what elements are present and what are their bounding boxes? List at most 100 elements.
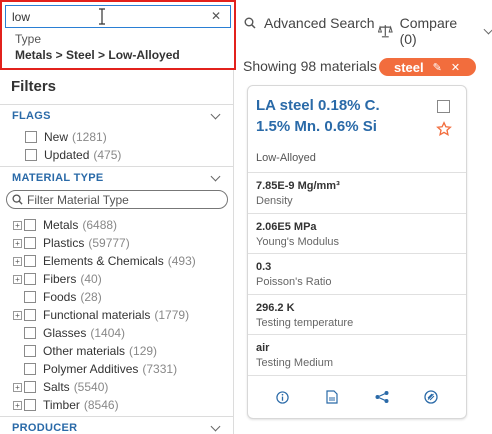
checkbox[interactable] [24, 399, 36, 411]
flag-label: Updated [44, 148, 90, 162]
material-type-label: Timber [43, 398, 80, 412]
expand-icon[interactable]: + [13, 382, 22, 392]
material-type-label: Polymer Additives [43, 362, 139, 376]
card-category: Low-Alloyed [256, 152, 316, 164]
checkbox[interactable] [24, 291, 36, 303]
edit-icon[interactable]: ✎ [433, 61, 442, 74]
filters-title: Filters [11, 78, 57, 95]
flags-section-header[interactable]: FLAGS [0, 104, 233, 126]
material-type-count: (7331) [142, 362, 178, 376]
material-type-item[interactable]: + Salts (5540) [13, 379, 108, 395]
producer-section-header[interactable]: PRODUCER [0, 416, 233, 434]
material-type-label: Fibers [43, 272, 77, 286]
results-count: Showing 98 materials [243, 58, 377, 74]
checkbox[interactable] [25, 149, 37, 161]
material-type-label: Plastics [43, 236, 85, 250]
expand-icon[interactable]: + [13, 400, 22, 410]
material-type-item[interactable]: + Fibers (40) [13, 271, 102, 287]
checkbox[interactable] [24, 381, 36, 393]
star-icon[interactable] [436, 121, 452, 137]
advanced-search-label: Advanced Search [264, 15, 375, 31]
flag-item-new[interactable]: New (1281) [25, 129, 107, 145]
chevron-down-icon [210, 171, 221, 181]
advanced-search-button[interactable]: Advanced Search [244, 15, 375, 31]
property-row: 296.2 K Testing temperature [248, 293, 466, 335]
material-type-item[interactable]: + Plastics (59777) [13, 235, 130, 251]
material-type-count: (28) [80, 290, 102, 304]
flag-item-updated[interactable]: Updated (475) [25, 147, 121, 163]
checkbox[interactable] [24, 255, 36, 267]
link-icon[interactable] [421, 387, 441, 407]
close-icon[interactable]: ✕ [451, 61, 460, 74]
suggestion-path: Metals > Steel > Low-Alloyed [15, 48, 180, 62]
search-icon [12, 194, 23, 205]
text-cursor-icon [99, 8, 105, 25]
material-type-count: (129) [129, 344, 158, 358]
material-type-label: Salts [43, 380, 70, 394]
checkbox[interactable] [24, 237, 36, 249]
filter-material-type-input[interactable] [27, 192, 217, 207]
datasheet-icon[interactable] [322, 387, 342, 407]
info-icon[interactable] [273, 387, 293, 407]
producer-heading: PRODUCER [12, 421, 78, 434]
checkbox[interactable] [24, 363, 36, 375]
material-type-heading: MATERIAL TYPE [12, 171, 104, 184]
search-box[interactable]: ✕ [5, 5, 231, 28]
expand-icon[interactable]: + [13, 238, 22, 248]
property-value: 7.85E-9 Mg/mm³ [256, 180, 340, 192]
material-type-count: (1404) [90, 326, 126, 340]
expand-icon[interactable]: + [13, 274, 22, 284]
clear-icon[interactable]: ✕ [211, 9, 221, 23]
card-actions [248, 375, 466, 418]
filter-material-type[interactable] [6, 190, 228, 209]
material-type-count: (493) [167, 254, 196, 268]
search-suggestion[interactable]: Type Metals > Steel > Low-Alloyed [5, 29, 231, 67]
material-type-item[interactable]: + Elements & Chemicals (493) [13, 253, 196, 269]
chevron-down-icon [483, 24, 492, 35]
flag-count: (475) [93, 148, 122, 162]
property-value: 296.2 K [256, 301, 295, 314]
property-name: Testing temperature [256, 316, 354, 329]
checkbox[interactable] [24, 273, 36, 285]
material-type-count: (1779) [154, 308, 190, 322]
material-type-count: (5540) [73, 380, 109, 394]
property-row: 2.06E5 MPa Young's Modulus [248, 212, 466, 254]
checkbox[interactable] [24, 309, 36, 321]
material-type-label: Glasses [43, 326, 87, 340]
suggestion-type-label: Type [15, 32, 42, 46]
compare-label: Compare (0) [399, 15, 458, 47]
search-icon [244, 17, 256, 29]
material-type-count: (8546) [83, 398, 119, 412]
property-name: Density [256, 195, 293, 207]
flag-count: (1281) [72, 130, 107, 144]
material-type-item[interactable]: Polymer Additives (7331) [13, 361, 177, 377]
material-type-item[interactable]: + Functional materials (1779) [13, 307, 189, 323]
checkbox[interactable] [24, 345, 36, 357]
card-title[interactable]: LA steel 0.18% C. 1.5% Mn. 0.6% Si [256, 95, 426, 137]
material-type-item[interactable]: Other materials (129) [13, 343, 157, 359]
flag-label: New [44, 130, 69, 144]
property-value: air [256, 342, 270, 354]
chevron-down-icon [210, 109, 221, 119]
expand-icon[interactable]: + [13, 310, 22, 320]
material-type-item[interactable]: + Timber (8546) [13, 397, 119, 413]
material-type-item[interactable]: + Metals (6488) [13, 217, 117, 233]
checkbox[interactable] [24, 327, 36, 339]
checkbox[interactable] [24, 219, 36, 231]
material-type-section-header[interactable]: MATERIAL TYPE [0, 166, 233, 188]
material-type-item[interactable]: Glasses (1404) [13, 325, 125, 341]
compare-button[interactable]: Compare (0) [378, 15, 492, 47]
chevron-down-icon [210, 421, 221, 431]
checkbox[interactable] [25, 131, 37, 143]
search-input[interactable] [6, 6, 186, 27]
compare-checkbox[interactable] [437, 100, 450, 113]
material-type-item[interactable]: Foods (28) [13, 289, 102, 305]
property-name: Poisson's Ratio [256, 276, 332, 288]
material-type-count: (6488) [82, 218, 118, 232]
expand-icon[interactable]: + [13, 256, 22, 266]
material-type-count: (40) [80, 272, 102, 286]
share-icon[interactable] [372, 387, 392, 407]
expand-icon[interactable]: + [13, 220, 22, 230]
material-card[interactable]: LA steel 0.18% C. 1.5% Mn. 0.6% Si Low-A… [247, 85, 467, 419]
property-value: 2.06E5 MPa [256, 220, 317, 233]
